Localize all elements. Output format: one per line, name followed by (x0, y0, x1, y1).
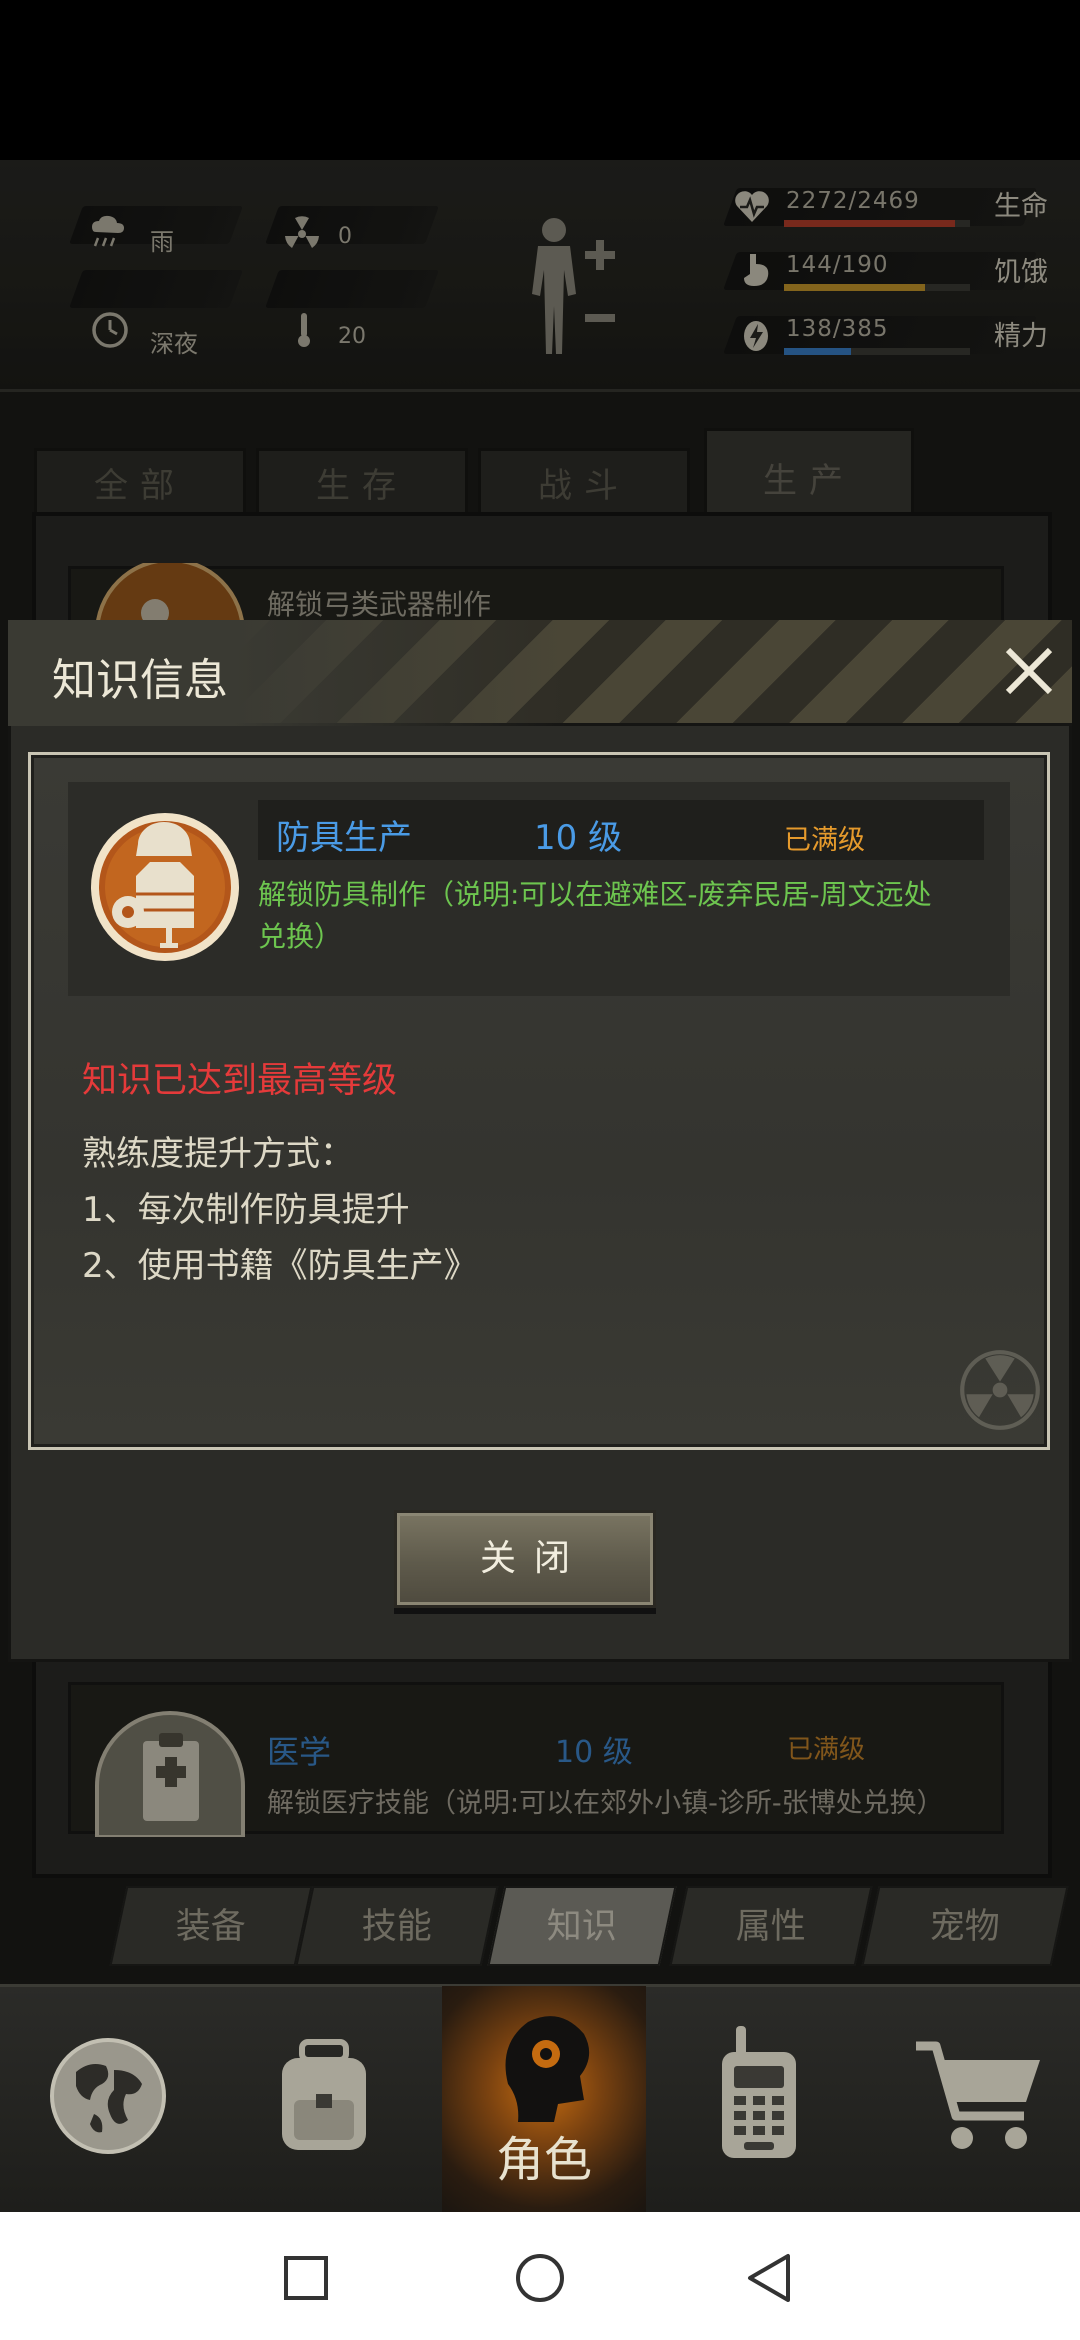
proficiency-method: 2、使用书籍《防具生产》 (82, 1246, 478, 1286)
dialog-title: 知识信息 (52, 655, 228, 706)
subtab-equipment[interactable]: 装备 (109, 1886, 313, 1966)
skill-level: 10 级 (534, 818, 623, 858)
radiation-watermark-icon (960, 1350, 1040, 1430)
world-map-icon[interactable] (46, 2034, 170, 2158)
skill-description: 解锁防具制作（说明:可以在避难区-废弃民居-周文远处兑换） (258, 878, 932, 953)
close-button[interactable]: 关闭 (394, 1510, 656, 1608)
character-head-icon (505, 2016, 590, 2122)
proficiency-methods-title: 熟练度提升方式： (82, 1134, 354, 1174)
close-icon[interactable] (994, 636, 1064, 706)
nav-role-label: 角色 (495, 2132, 592, 2188)
skill-name: 防具生产 (276, 818, 412, 858)
subtab-pets[interactable]: 宠物 (861, 1886, 1069, 1966)
backpack-icon[interactable] (262, 2034, 386, 2158)
max-level-note: 知识已达到最高等级 (82, 1061, 398, 1101)
android-nav-bar (0, 2212, 1080, 2340)
shop-cart-icon[interactable] (912, 2036, 1048, 2156)
home-icon[interactable] (514, 2252, 566, 2304)
armor-production-icon (91, 813, 239, 961)
skill-status: 已满级 (784, 825, 865, 856)
back-icon[interactable] (744, 2252, 796, 2304)
proficiency-method: 1、每次制作防具提升 (82, 1190, 410, 1230)
subtab-attributes[interactable]: 属性 (669, 1886, 873, 1966)
radio-icon[interactable] (704, 2022, 814, 2162)
recent-apps-icon[interactable] (282, 2254, 330, 2302)
subtab-knowledge[interactable]: 知识 (487, 1886, 677, 1966)
subtab-skills[interactable]: 技能 (295, 1886, 499, 1966)
